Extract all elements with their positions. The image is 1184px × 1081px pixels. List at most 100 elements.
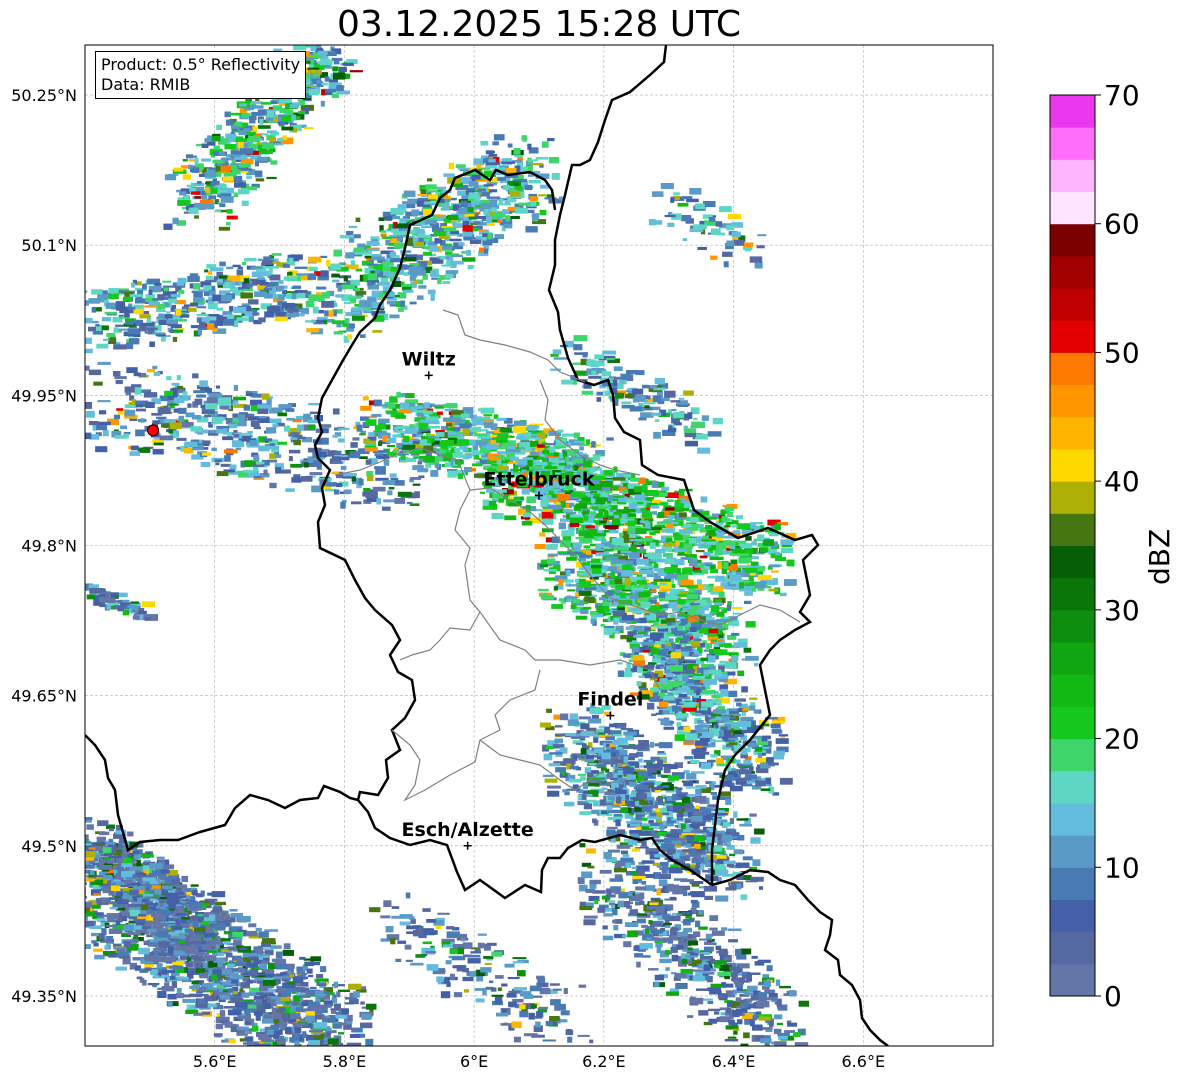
- echo-cell: [663, 726, 675, 730]
- echo-cell: [212, 294, 221, 302]
- echo-cell: [584, 587, 598, 591]
- echo-cell: [214, 459, 222, 463]
- echo-cell: [485, 150, 494, 155]
- echo-cell: [650, 605, 661, 613]
- echo-cell: [400, 454, 406, 460]
- echo-cell: [88, 369, 102, 376]
- echo-cell: [393, 449, 399, 453]
- echo-cell: [697, 719, 704, 724]
- echo-cell: [624, 585, 633, 590]
- echo-cell: [721, 515, 728, 523]
- echo-cell: [263, 438, 273, 442]
- echo-cell: [699, 555, 708, 559]
- echo-cell: [124, 386, 135, 393]
- echo-cell: [396, 430, 406, 434]
- echo-cell: [528, 159, 538, 162]
- echo-cell: [252, 393, 262, 398]
- echo-cell: [216, 307, 224, 311]
- echo-cell: [131, 282, 136, 288]
- echo-cell: [443, 403, 458, 408]
- echo-cell: [127, 306, 136, 310]
- echo-cell: [774, 523, 781, 531]
- echo-cell: [642, 483, 648, 491]
- echo-cell: [757, 534, 765, 541]
- radar-map[interactable]: WiltzEttelbruckFindelEsch/Alzette 5.6°E 5…: [0, 0, 1184, 1081]
- echo-cell: [157, 303, 166, 310]
- echo-cell: [737, 721, 752, 728]
- echo-cell: [765, 777, 772, 785]
- echo-cell: [140, 322, 155, 327]
- echo-cell: [680, 580, 694, 586]
- echo-cell: [669, 589, 676, 596]
- echo-cell: [522, 512, 531, 518]
- echo-cell: [748, 575, 754, 581]
- echo-cell: [385, 410, 399, 414]
- echo-cell: [659, 582, 667, 586]
- echo-cell: [649, 531, 656, 536]
- echo-cell: [775, 738, 789, 744]
- echo-cell: [339, 66, 347, 72]
- echo-cell: [667, 661, 678, 664]
- echo-cell: [688, 537, 697, 544]
- echo-cell: [686, 593, 699, 600]
- echo-cell: [287, 271, 293, 276]
- echo-cell: [558, 452, 564, 459]
- echo-cell: [215, 209, 221, 213]
- echo-cell: [663, 648, 670, 651]
- echo-cell: [124, 409, 136, 417]
- echo-cell: [658, 592, 666, 598]
- echo-cell: [389, 473, 397, 478]
- echo-cell: [639, 546, 644, 552]
- echo-cell: [97, 361, 111, 365]
- echo-cell: [525, 432, 532, 439]
- echo-cell: [661, 529, 674, 533]
- echo-cell: [543, 753, 553, 761]
- echo-cell: [385, 216, 393, 221]
- echo-cell: [424, 201, 435, 204]
- echo-cell: [651, 713, 657, 716]
- echo-cell: [168, 298, 177, 304]
- echo-cell: [715, 716, 722, 721]
- echo-cell: [445, 270, 459, 274]
- echo-cell: [211, 422, 217, 425]
- echo-cell: [761, 737, 768, 742]
- echo-cell: [652, 511, 658, 515]
- echo-cell: [583, 460, 592, 468]
- echo-cell: [318, 50, 328, 56]
- echo-cell: [146, 327, 158, 330]
- echo-cell: [610, 501, 617, 505]
- echo-cell: [307, 67, 320, 70]
- echo-cell: [397, 204, 407, 209]
- echo-cell: [483, 248, 488, 254]
- echo-cell: [585, 525, 595, 529]
- echo-cell: [255, 170, 263, 178]
- echo-cell: [331, 273, 340, 278]
- echo-cell: [185, 412, 195, 418]
- echo-cell: [351, 311, 361, 315]
- echo-cell: [99, 410, 107, 415]
- echo-cell: [172, 336, 178, 342]
- echo-cell: [271, 253, 282, 256]
- echo-cell: [145, 402, 155, 408]
- echo-cell: [218, 226, 230, 231]
- echo-cell: [291, 477, 302, 483]
- echo-cell: [176, 375, 181, 381]
- echo-cell: [567, 589, 576, 592]
- echo-cell: [613, 546, 628, 551]
- echo-cell: [674, 734, 685, 741]
- echo-cell: [430, 470, 439, 477]
- echo-cell: [647, 561, 657, 564]
- echo-cell: [634, 494, 646, 500]
- echo-cell: [176, 437, 187, 441]
- echo-cell: [383, 499, 397, 503]
- echo-cell: [209, 267, 224, 272]
- echo-cell: [331, 93, 339, 98]
- echo-cell: [189, 187, 196, 192]
- echo-cell: [321, 82, 328, 86]
- echo-cell: [563, 579, 573, 583]
- echo-cell: [593, 520, 600, 524]
- echo-cell: [199, 322, 206, 328]
- echo-cell: [707, 575, 718, 579]
- echo-cell: [496, 417, 507, 421]
- echo-cell: [260, 148, 267, 154]
